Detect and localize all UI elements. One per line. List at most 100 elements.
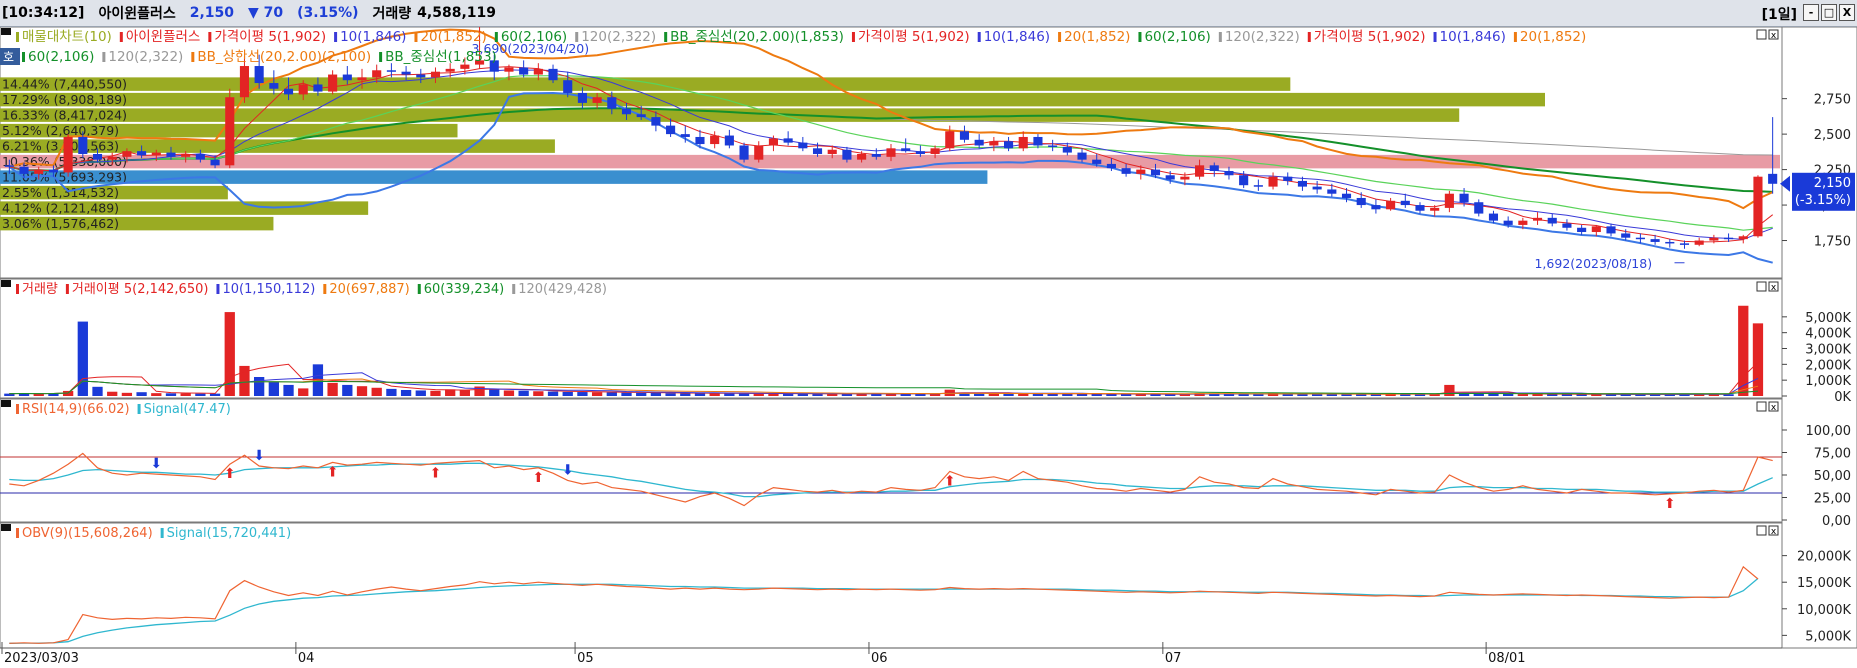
candle-body <box>1488 213 1499 221</box>
volume-profile-label: 17.29% (8,908,189) <box>2 92 127 107</box>
legend-item: 가격이평 5(1,902) <box>214 29 326 45</box>
date-label: 08/01 <box>1488 651 1525 666</box>
volume-bar <box>518 390 529 396</box>
buy-signal-arrow: ⬆ <box>532 470 544 486</box>
volume-bar <box>1503 393 1514 396</box>
legend-swatch <box>137 404 141 414</box>
candle-body <box>1018 136 1028 149</box>
volume-text: 4,588,119 <box>417 5 496 21</box>
legend-item: Signal(15,720,441) <box>167 526 292 541</box>
volume-bar <box>606 392 617 396</box>
volume-profile-label: 3.06% (1,576,462) <box>2 216 119 231</box>
stock-chart[interactable]: xxxx2,7502,5002,2502,0001,7505,000K4,000… <box>0 27 1857 668</box>
volume-bar <box>974 393 985 396</box>
buy-signal-arrow: ⬆ <box>430 465 442 481</box>
candle-body <box>783 138 793 143</box>
volume-axis-tick-label: 4,000K <box>1805 327 1851 342</box>
title-bar: [10:34:12] 아이윈플러스 2,150 ▼ 70 (3.15%) 거래량… <box>0 0 1857 27</box>
candle-body <box>1003 141 1014 149</box>
legend-swatch <box>216 284 220 294</box>
obv-axis-tick-label: 20,000K <box>1797 550 1851 565</box>
candle-body <box>1635 237 1645 240</box>
legend-item: 10(1,846) <box>984 29 1050 45</box>
volume-bar <box>342 384 353 396</box>
candle-body <box>1150 169 1161 176</box>
legend-item: 20(697,887) <box>329 282 409 297</box>
hoga-badge-label: 호 <box>3 50 14 64</box>
panel-restore-icon[interactable] <box>1756 525 1767 536</box>
volume-bar <box>165 393 177 396</box>
candle-body <box>563 80 573 93</box>
candle-body <box>974 139 984 146</box>
candle-body <box>710 135 720 145</box>
volume-bar <box>77 321 88 396</box>
candle-body <box>1327 189 1337 194</box>
volume-bar <box>180 393 191 396</box>
volume-axis-tick-label: 3,000K <box>1805 343 1851 358</box>
volume-bar <box>327 382 338 396</box>
candle-body <box>1239 175 1249 186</box>
volume-bar <box>533 391 544 396</box>
volume-bar <box>988 393 1000 396</box>
candle-body <box>92 153 103 160</box>
candle-body <box>1679 243 1690 245</box>
legend-swatch <box>334 32 338 42</box>
volume-bar <box>1062 393 1073 396</box>
candle-body <box>1459 193 1469 203</box>
legend-swatch <box>851 32 855 42</box>
volume-bar <box>430 390 441 396</box>
candle-body <box>445 68 455 72</box>
panel-restore-icon[interactable] <box>1756 29 1767 40</box>
time-text: [10:34:12] <box>2 5 85 21</box>
volume-bar <box>400 389 412 396</box>
volume-bar <box>636 392 647 396</box>
rsi-axis-tick-label: 50,00 <box>1814 469 1851 484</box>
candle-body <box>63 136 73 173</box>
legend-item: 60(2,106) <box>501 29 567 45</box>
volume-bar <box>562 391 573 396</box>
panel-close-glyph: x <box>1771 31 1777 41</box>
candle-body <box>254 66 264 84</box>
candle-body <box>1121 168 1131 174</box>
minimize-button[interactable]: - <box>1803 4 1819 21</box>
candle-body <box>328 74 338 92</box>
volume-bar <box>1003 393 1014 396</box>
maximize-button[interactable]: □ <box>1821 4 1837 21</box>
candle-body <box>460 64 470 69</box>
legend-item: 아이윈플러스 <box>126 29 201 45</box>
candle-body <box>1356 197 1366 206</box>
panel-restore-icon[interactable] <box>1756 401 1767 412</box>
panel-restore-icon[interactable] <box>1756 281 1767 292</box>
volume-bar <box>92 386 103 396</box>
legend-swatch <box>65 284 69 294</box>
candle-body <box>636 114 646 118</box>
legend-swatch <box>160 528 164 538</box>
close-button[interactable]: X <box>1839 4 1855 21</box>
volume-profile-label: 4.12% (2,121,489) <box>2 200 119 215</box>
candle-body <box>812 148 823 154</box>
sell-signal-arrow: ⬇ <box>150 456 162 472</box>
volume-bar <box>1326 394 1337 396</box>
legend-item: OBV(9)(15,608,264) <box>22 526 153 541</box>
period-label[interactable]: [1일] <box>1762 4 1797 24</box>
stock-name[interactable]: 아이윈플러스 <box>98 3 175 23</box>
volume-axis-tick-label: 0K <box>1834 390 1851 405</box>
legend-swatch <box>323 284 327 294</box>
obv-axis-tick-label: 5,000K <box>1805 629 1851 644</box>
legend-swatch <box>414 32 418 42</box>
candle-body <box>607 97 617 109</box>
legend-item: 60(339,234) <box>424 282 504 297</box>
candle-body <box>313 84 323 92</box>
candle-body <box>1503 220 1513 225</box>
panel-close-glyph: x <box>1771 527 1777 537</box>
buy-signal-arrow: ⬆ <box>1664 496 1676 512</box>
volume-bar <box>268 381 279 396</box>
date-label: 07 <box>1165 651 1182 666</box>
sell-signal-arrow: ⬇ <box>253 448 265 464</box>
price-axis-tick-label: 2,500 <box>1814 128 1851 143</box>
candle-body <box>1386 200 1396 210</box>
volume-bar <box>386 388 397 396</box>
legend-item: RSI(14,9)(66.02) <box>22 402 130 417</box>
candle-body <box>504 67 514 72</box>
legend-swatch <box>102 52 106 62</box>
